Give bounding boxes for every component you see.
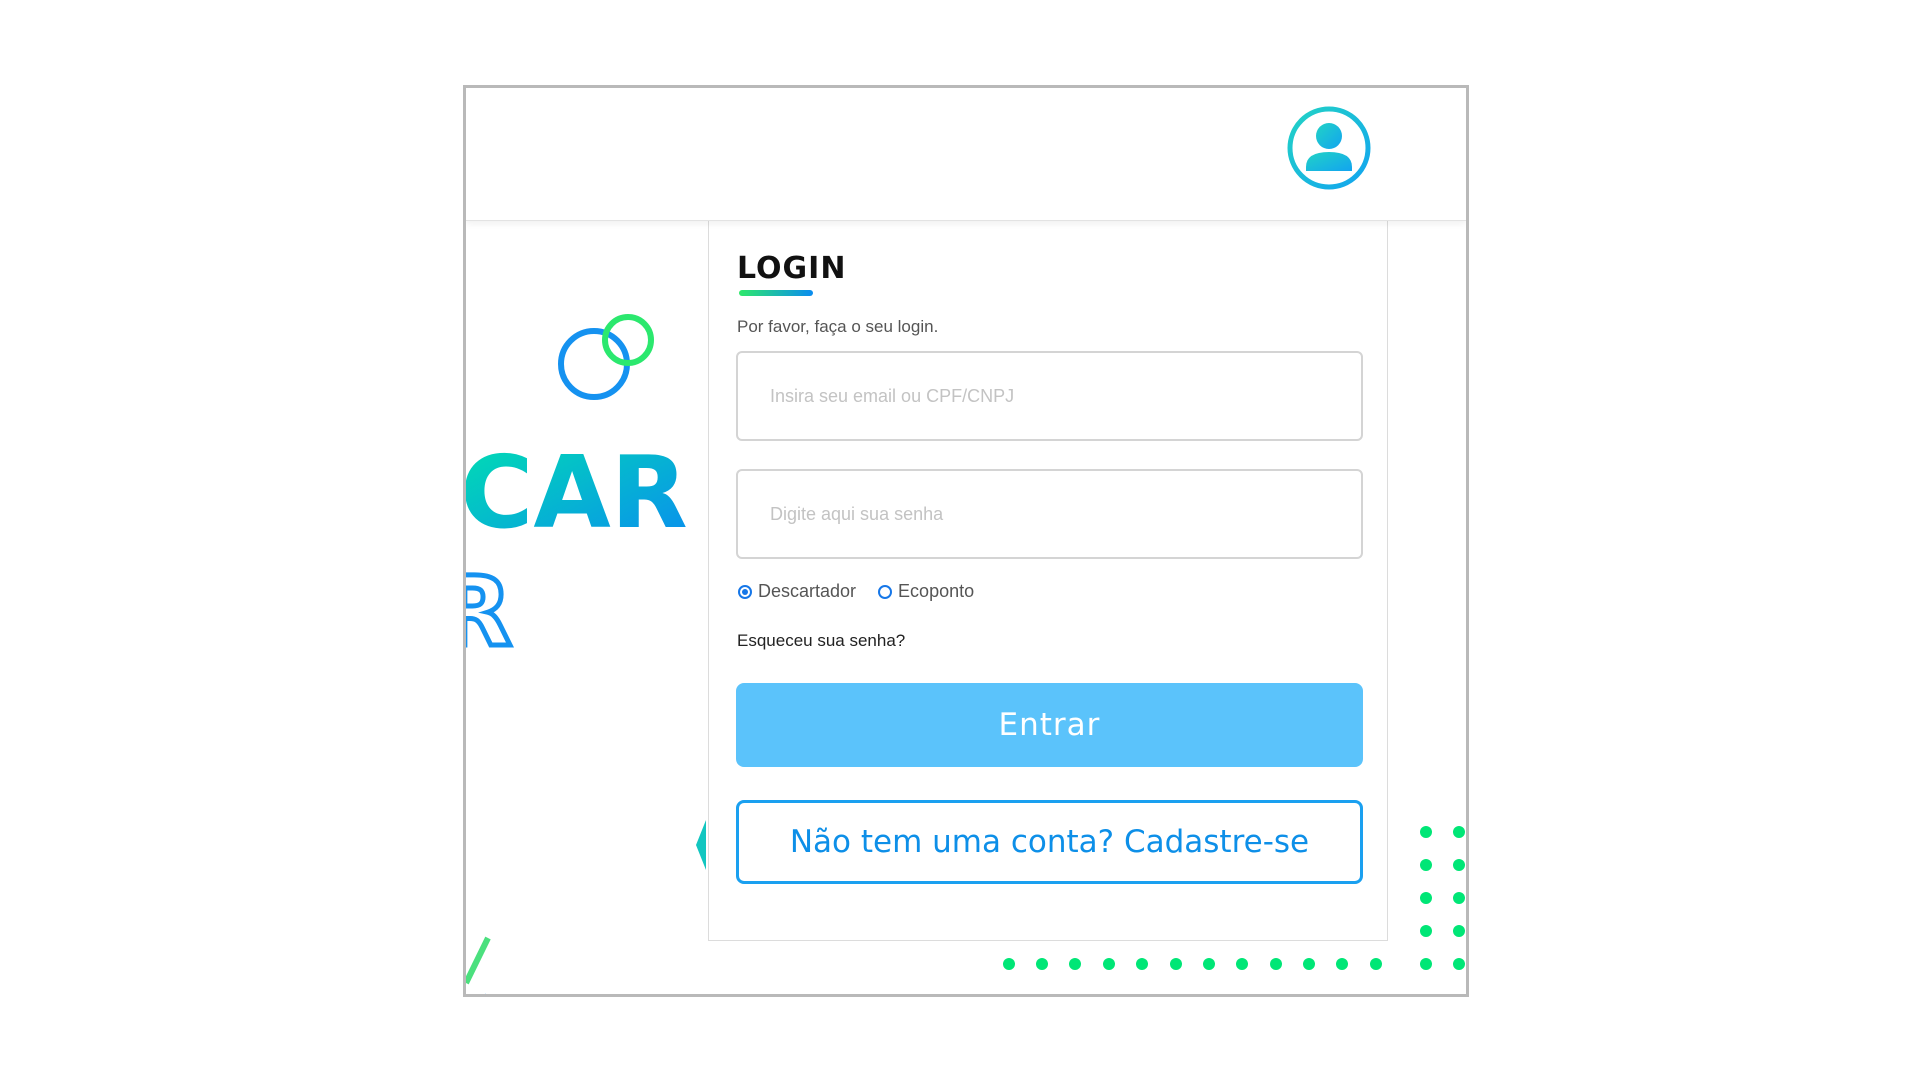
radio-unchecked-icon[interactable] (878, 584, 893, 599)
top-bar (466, 88, 1466, 221)
teal-shape (696, 820, 706, 870)
blue-ring (558, 328, 630, 400)
enter-button[interactable]: Entrar (736, 683, 1363, 767)
brand-fragment-r: R (466, 556, 512, 668)
password-field[interactable] (736, 469, 1363, 559)
brand-fragment-car: CAR (466, 434, 688, 551)
green-stroke (466, 936, 491, 985)
forgot-password-link[interactable]: Esqueceu sua senha? (737, 631, 905, 651)
radio-label-descartador: Descartador (758, 581, 857, 601)
blue-stroke (485, 993, 486, 994)
login-title: LOGIN (737, 251, 847, 286)
login-card: LOGIN Por favor, faça o seu login. Desca… (708, 220, 1388, 941)
radio-ecoponto[interactable]: Ecoponto (878, 581, 974, 602)
radio-label-ecoponto: Ecoponto (898, 581, 975, 601)
radio-descartador[interactable]: Descartador (738, 581, 856, 602)
user-avatar-icon[interactable] (1286, 105, 1372, 191)
user-type-radio-group: Descartador Ecoponto (738, 581, 996, 602)
background-brand-decoration: CAR R (466, 314, 706, 994)
title-underline (739, 290, 813, 296)
radio-checked-icon[interactable] (738, 584, 752, 599)
app-window: CAR R LOGIN Por favor, faça o seu login. (463, 85, 1469, 997)
email-field[interactable] (736, 351, 1363, 441)
register-button[interactable]: Não tem uma conta? Cadastre-se (736, 800, 1363, 884)
login-subtitle: Por favor, faça o seu login. (737, 317, 939, 336)
